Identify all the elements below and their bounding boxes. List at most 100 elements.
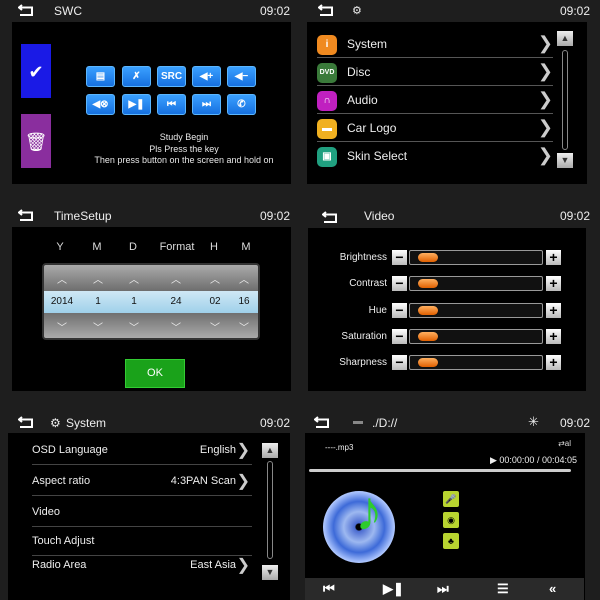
back-icon[interactable]	[17, 4, 34, 17]
decrease-button[interactable]: −	[392, 303, 407, 318]
slider-thumb[interactable]	[417, 358, 438, 367]
mute-antenna-key[interactable]: ✗	[122, 66, 151, 87]
slider-label: Hue	[368, 305, 387, 316]
music-note-icon: ♪	[355, 479, 383, 542]
increase-button[interactable]: +	[546, 303, 561, 318]
phone-key[interactable]: ✆	[227, 94, 256, 115]
radio-area-row[interactable]: Radio Area East Asia ❯	[32, 552, 252, 580]
decrease-button[interactable]: −	[392, 250, 407, 265]
back-icon[interactable]	[321, 211, 338, 224]
clock: 09:02	[259, 416, 290, 430]
repeat-all-icon[interactable]: ⇄al	[558, 439, 571, 448]
collapse-icon[interactable]: «	[549, 581, 556, 596]
decrease-button[interactable]: −	[392, 329, 407, 344]
video-row[interactable]: Video	[32, 499, 252, 527]
settings-panel: ⚙ 09:02 i System ❯ DVD Disc ❯ ∩ Audio ❯ …	[300, 0, 600, 200]
slider-thumb[interactable]	[417, 279, 438, 288]
chevron-up-icon[interactable]: ︿	[116, 271, 152, 286]
settings-item-system[interactable]: i System ❯	[317, 30, 553, 58]
increase-button[interactable]: +	[546, 276, 561, 291]
back-icon[interactable]	[17, 209, 34, 222]
sharpness-row: Sharpness − +	[308, 355, 587, 373]
chevron-down-icon[interactable]: ﹀	[152, 319, 200, 334]
progress-bar[interactable]	[309, 469, 571, 472]
mute-key[interactable]: ◀⊗	[86, 94, 115, 115]
chevron-right-icon: ❯	[236, 442, 250, 459]
row-label: Video	[32, 506, 60, 518]
chevron-up-icon[interactable]: ︿	[152, 271, 200, 286]
eq-icon[interactable]: ♣	[443, 533, 459, 549]
play-pause-icon: ▶❚	[128, 99, 145, 110]
back-icon[interactable]	[313, 416, 330, 429]
back-icon[interactable]	[317, 4, 334, 17]
chevron-up-icon[interactable]: ︿	[200, 271, 230, 286]
next-icon[interactable]: ⏭	[437, 581, 449, 597]
increase-button[interactable]: +	[546, 329, 561, 344]
scroll-up-button[interactable]: ▲	[557, 31, 573, 46]
src-key[interactable]: SRC	[157, 66, 186, 87]
brightness-icon[interactable]: ✳	[528, 414, 539, 430]
increase-button[interactable]: +	[546, 250, 561, 265]
slider-label: Sharpness	[339, 357, 387, 368]
slider-thumb[interactable]	[417, 332, 438, 341]
chevron-down-icon[interactable]: ﹀	[116, 319, 152, 334]
disc-icon[interactable]: ◉	[443, 512, 459, 528]
row-value: East Asia	[190, 559, 236, 571]
chevron-up-icon[interactable]: ︿	[230, 271, 258, 286]
settings-item-audio[interactable]: ∩ Audio ❯	[317, 86, 553, 114]
settings-item-skin-select[interactable]: ▣ Skin Select ❯	[317, 142, 553, 170]
settings-item-car-logo[interactable]: ▬ Car Logo ❯	[317, 114, 553, 142]
row-label: OSD Language	[32, 444, 108, 456]
column-header: M	[241, 241, 251, 253]
video-body: Brightness − + Contrast − + Hue − + Satu…	[308, 228, 586, 391]
swc-message-3: Then press button on the screen and hold…	[94, 155, 274, 165]
scroll-down-button[interactable]: ▼	[262, 565, 278, 580]
radio-key[interactable]: ▤	[86, 66, 115, 87]
row-label: Radio Area	[32, 559, 87, 571]
ok-button[interactable]: OK	[125, 359, 185, 388]
chevron-up-icon[interactable]: ︿	[80, 271, 116, 286]
scroll-up-button[interactable]: ▲	[262, 443, 278, 458]
slider-thumb[interactable]	[417, 253, 438, 262]
headphones-icon: ∩	[317, 91, 337, 111]
settings-item-disc[interactable]: DVD Disc ❯	[317, 58, 553, 86]
decrease-button[interactable]: −	[392, 355, 407, 370]
decrease-button[interactable]: −	[392, 276, 407, 291]
media-body: ----.mp3 ⇄al ▶ 00:00:00 / 00:04:05 ♪ 🎤 ◉…	[305, 433, 585, 600]
chevron-right-icon: ❯	[537, 33, 553, 53]
sharpness-slider[interactable]	[409, 355, 543, 370]
chevron-down-icon[interactable]: ﹀	[230, 319, 258, 334]
chevron-right-icon: ❯	[537, 61, 553, 81]
previous-icon[interactable]: ⏮	[323, 581, 335, 597]
brightness-slider[interactable]	[409, 250, 543, 265]
delete-button[interactable]: 🗑	[21, 114, 51, 168]
scroll-down-button[interactable]: ▼	[557, 153, 573, 168]
scrollbar[interactable]	[562, 50, 568, 150]
chevron-down-icon[interactable]: ﹀	[200, 319, 230, 334]
swc-message-1: Study Begin	[159, 132, 209, 142]
saturation-slider[interactable]	[409, 329, 543, 344]
play-pause-icon[interactable]: ▶❚	[383, 581, 404, 597]
hue-slider[interactable]	[409, 303, 543, 318]
playlist-icon[interactable]: ☰	[497, 581, 509, 597]
contrast-slider[interactable]	[409, 276, 543, 291]
confirm-button[interactable]: ✔	[21, 44, 51, 98]
play-pause-key[interactable]: ▶❚	[122, 94, 151, 115]
osd-language-row[interactable]: OSD Language English ❯	[32, 437, 252, 465]
play-indicator-icon: ▶	[489, 455, 500, 465]
chevron-down-icon[interactable]: ﹀	[80, 319, 116, 334]
chevron-down-icon[interactable]: ﹀	[44, 319, 80, 334]
column-header: D	[129, 241, 137, 253]
aspect-ratio-row[interactable]: Aspect ratio 4:3PAN Scan ❯	[32, 468, 252, 496]
back-icon[interactable]	[17, 416, 34, 429]
scrollbar[interactable]	[267, 461, 273, 559]
radio-icon: ▤	[95, 71, 106, 82]
next-key[interactable]: ⏭	[192, 94, 221, 115]
increase-button[interactable]: +	[546, 355, 561, 370]
slider-thumb[interactable]	[417, 306, 438, 315]
chevron-up-icon[interactable]: ︿	[44, 271, 80, 286]
previous-key[interactable]: ⏮	[157, 94, 186, 115]
volume-up-key[interactable]: ◀+	[192, 66, 221, 87]
volume-down-key[interactable]: ◀−	[227, 66, 256, 87]
microphone-icon[interactable]: 🎤	[443, 491, 459, 507]
